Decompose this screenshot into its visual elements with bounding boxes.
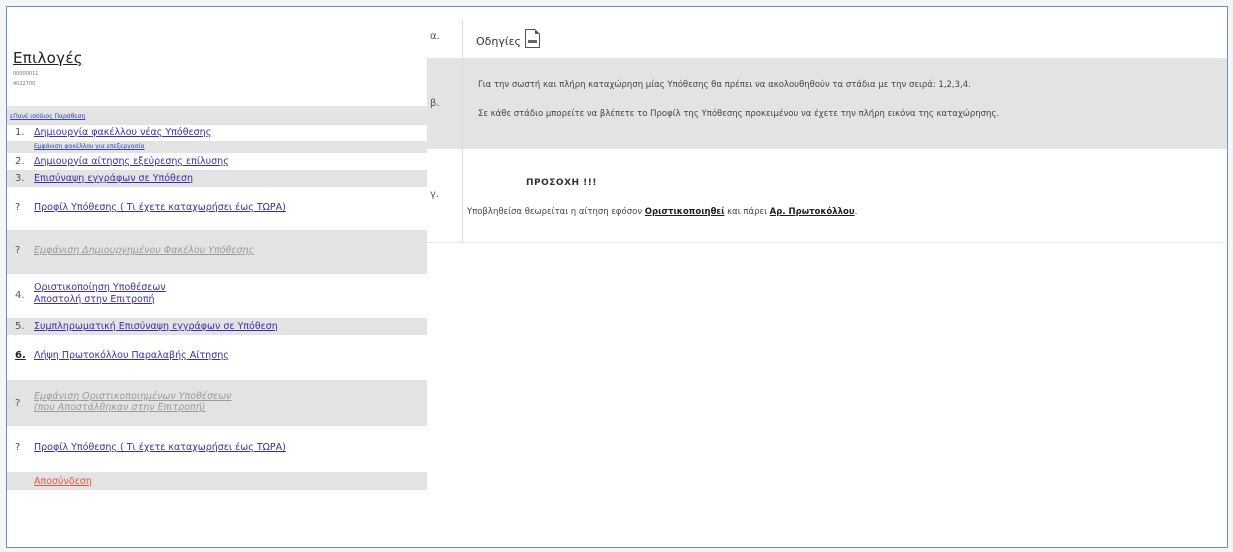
menu-num-5: 5. xyxy=(15,321,25,332)
menu-supplementary-attach[interactable]: Συμπληρωματική Επισύναψη εγγράφων σε Υπό… xyxy=(34,321,278,332)
main-frame: Επιλογές 00000011 4022700 εΠανέ ισόδιος … xyxy=(6,6,1228,548)
menu-num-show-folder: ? xyxy=(15,245,21,256)
menu-send-committee[interactable]: Αποστολή στην Επιτροπή xyxy=(34,294,155,305)
menu-row-profile-1: ? Προφίλ Υπόθεσης ( Τι έχετε καταχωρήσει… xyxy=(7,187,427,230)
menu-row-6: 6. Λήψη Πρωτοκόλλου Παραλαβής Αίτησης xyxy=(7,335,427,380)
menu-row-logout: Αποσύνδεση xyxy=(7,472,427,490)
row-a: α. Οδηγίες xyxy=(427,20,1227,59)
menu-row-5: 5. Συμπληρωματική Επισύναψη εγγράφων σε … xyxy=(7,318,427,335)
menu-num-3: 3. xyxy=(15,173,25,184)
menu-num-finalized: ? xyxy=(15,398,21,409)
row-a-label: α. xyxy=(427,20,463,58)
menu-sent-committee[interactable]: (που Αποστάλθηκαν στην Επιτροπή) xyxy=(34,402,205,413)
document-icon[interactable] xyxy=(525,29,540,48)
instruction-line-1: Για την σωστή και πλήρη καταχώρηση μίας … xyxy=(478,80,971,90)
submission-note: Υποβληθείσα θεωρείται η αίτηση εφόσον Ορ… xyxy=(467,207,858,217)
menu-case-profile-2[interactable]: Προφίλ Υπόθεσης ( Τι έχετε καταχωρήσει έ… xyxy=(34,442,286,453)
menu-attach-documents[interactable]: Επισύναψη εγγράφων σε Υπόθεση xyxy=(34,173,193,184)
menu-show-finalized[interactable]: Εμφάνιση Οριστικοποιημένων Υποθέσεων xyxy=(34,391,231,402)
menu-show-created-folder[interactable]: Εμφάνιση Δημιουργημένου Φακέλου Υπόθεσης xyxy=(34,245,254,256)
instructions-title: Οδηγίες xyxy=(476,35,521,48)
logout-link[interactable]: Αποσύνδεση xyxy=(34,476,92,487)
menu-row-3: 3. Επισύναψη εγγράφων σε Υπόθεση xyxy=(7,170,427,187)
menu-num-1: 1. xyxy=(15,127,25,138)
menu-row-4: 4. Οριστικοποίηση Υποθέσεων Αποστολή στη… xyxy=(7,274,427,318)
menu-row-show-folder: ? Εμφάνιση Δημιουργημένου Φακέλου Υπόθεσ… xyxy=(7,230,427,274)
row-b: β. Για την σωστή και πλήρη καταχώρηση μί… xyxy=(427,59,1227,149)
finalized-term: Οριστικοποιηθεί xyxy=(644,207,725,217)
menu-num-6: 6. xyxy=(15,350,26,361)
menu-row-1: 1. Δημιουργία φακέλλου νέας Υπόθεσης xyxy=(7,125,427,141)
warning-heading: ΠΡΟΣΟΧΗ !!! xyxy=(526,178,597,188)
top-link[interactable]: εΠανέ ισόδιος Παράθεση xyxy=(10,113,85,120)
menu-num-4: 4. xyxy=(15,290,25,301)
menu-row-finalized: ? Εμφάνιση Οριστικοποιημένων Υποθέσεων (… xyxy=(7,380,427,426)
menu-num-profile-1: ? xyxy=(15,202,21,213)
menu-create-application[interactable]: Δημιουργία αίτησης εξεύρεσης επίλυσης xyxy=(34,156,229,167)
user-id-line-1: 00000011 xyxy=(13,71,39,77)
menu-finalize-cases[interactable]: Οριστικοποίηση Υποθέσεων xyxy=(34,282,166,293)
menu-row-profile-2: ? Προφίλ Υπόθεσης ( Τι έχετε καταχωρήσει… xyxy=(7,426,427,472)
menu-get-protocol[interactable]: Λήψη Πρωτοκόλλου Παραλαβής Αίτησης xyxy=(34,350,229,361)
menu-row-1b: Εμφάνιση φακέλλου για επεξεργασία xyxy=(7,141,427,153)
instruction-line-2: Σε κάθε στάδιο μπορείτε να βλέπετε το Πρ… xyxy=(478,109,1000,119)
menu-case-profile-1[interactable]: Προφίλ Υπόθεσης ( Τι έχετε καταχωρήσει έ… xyxy=(34,202,286,213)
protocol-number-term: Αρ. Πρωτοκόλλου xyxy=(769,207,855,217)
menu-edit-case-folder[interactable]: Εμφάνιση φακέλλου για επεξεργασία xyxy=(34,143,145,150)
row-b-label: β. xyxy=(427,59,463,148)
menu-row-2: 2. Δημιουργία αίτησης εξεύρεσης επίλυσης xyxy=(7,153,427,170)
menu-num-2: 2. xyxy=(15,156,25,167)
options-panel: Επιλογές 00000011 4022700 εΠανέ ισόδιος … xyxy=(7,20,427,547)
instructions-panel: α. Οδηγίες β. Για την σωστή και πλήρη κα… xyxy=(427,20,1227,547)
row-c: γ. ΠΡΟΣΟΧΗ !!! Υποβληθείσα θεωρείται η α… xyxy=(427,149,1227,243)
options-title: Επιλογές xyxy=(13,49,83,67)
user-id-line-2: 4022700 xyxy=(13,81,36,87)
row-c-label: γ. xyxy=(427,149,463,242)
menu-row-top: εΠανέ ισόδιος Παράθεση xyxy=(7,110,427,125)
menu-create-case-folder[interactable]: Δημιουργία φακέλλου νέας Υπόθεσης xyxy=(34,127,211,138)
menu-num-profile-2: ? xyxy=(15,442,21,453)
